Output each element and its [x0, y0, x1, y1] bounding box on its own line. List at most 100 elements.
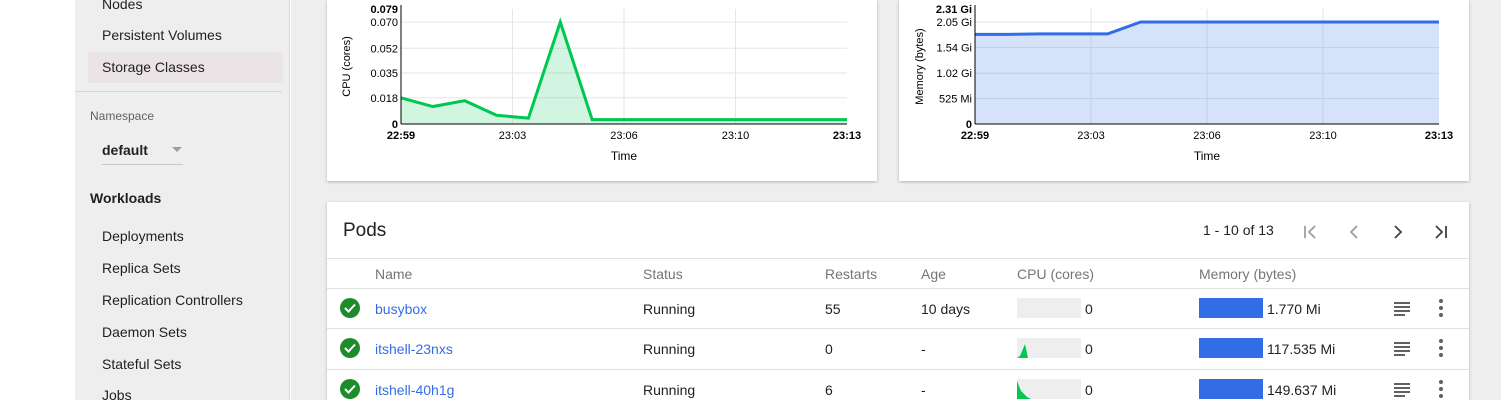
- pod-restarts: 6: [825, 382, 833, 398]
- sidebar-item-daemon-sets[interactable]: Daemon Sets: [102, 324, 187, 340]
- y-axis-label: Memory (bytes): [914, 28, 926, 104]
- pod-status: Running: [643, 341, 696, 357]
- series-area: [975, 21, 1439, 124]
- cpu-sparkline-box: [1017, 298, 1081, 318]
- logs-icon[interactable]: [1393, 341, 1411, 357]
- pod-restarts: 55: [825, 301, 841, 317]
- cpu-usage-chart: 00.0180.0350.0520.0700.07922:59 23:03 23:0…: [341, 4, 861, 163]
- x-tick-label: 23:06: [610, 130, 638, 142]
- sidebar-item-replication-controllers[interactable]: Replication Controllers: [102, 292, 243, 308]
- first-page-icon[interactable]: [1296, 218, 1324, 246]
- sidebar: Nodes Persistent Volumes Storage Classes…: [75, 0, 290, 400]
- y-tick-label: 0.035: [370, 68, 398, 80]
- more-vert-icon[interactable]: [1438, 380, 1444, 400]
- y-axis-label: CPU (cores): [341, 36, 353, 97]
- pod-name-link[interactable]: itshell-40h1g: [375, 382, 454, 398]
- sidebar-divider: [75, 91, 282, 92]
- y-tick-label: 0.052: [370, 43, 398, 55]
- sidebar-item-replica-sets[interactable]: Replica Sets: [102, 260, 181, 276]
- logs-icon[interactable]: [1393, 382, 1411, 398]
- pod-age: -: [921, 341, 926, 357]
- pager-range: 1 - 10 of 13: [1203, 222, 1274, 238]
- column-header-age[interactable]: Age: [921, 266, 946, 282]
- memory-usage-chart: 0525 Mi1.02 Gi1.54 Gi2.05 Gi2.31 Gi22:59…: [914, 4, 1453, 163]
- y-tick-label: 2.31 Gi: [936, 4, 972, 16]
- last-page-icon[interactable]: [1427, 218, 1455, 246]
- pod-memory-value: 1.770 Mi: [1267, 301, 1321, 317]
- more-vert-icon[interactable]: [1438, 299, 1444, 319]
- column-header-status[interactable]: Status: [643, 266, 683, 282]
- check-circle-icon: [340, 298, 360, 318]
- y-tick-label: 0.070: [370, 17, 398, 29]
- x-tick-label: 23:03: [499, 130, 527, 142]
- x-tick-label: 23:10: [1309, 130, 1337, 142]
- x-tick-label: 23:06: [1193, 130, 1221, 142]
- sidebar-item-deployments[interactable]: Deployments: [102, 228, 184, 244]
- sidebar-item-stateful-sets[interactable]: Stateful Sets: [102, 356, 181, 372]
- y-tick-label: 1.54 Gi: [937, 42, 972, 54]
- pods-title: Pods: [343, 220, 387, 241]
- right-edge: [1497, 0, 1501, 400]
- y-tick-label: 525 Mi: [939, 93, 972, 105]
- cpu-sparkline: [1017, 381, 1031, 399]
- pod-age: -: [921, 382, 926, 398]
- table-row[interactable]: busybox Running 55 10 days 0 1.770 Mi: [327, 288, 1469, 329]
- x-axis-label: Time: [611, 149, 638, 163]
- memory-sparkline: [1199, 298, 1263, 318]
- x-tick-label: 22:59: [961, 130, 989, 142]
- y-tick-label: 1.02 Gi: [937, 68, 972, 80]
- y-tick-label: 2.05 Gi: [937, 17, 972, 29]
- check-circle-icon: [340, 338, 360, 358]
- table-row[interactable]: itshell-40h1g Running 6 - 0 149.637 Mi: [327, 370, 1469, 400]
- cpu-usage-card: 0 0.018 0.035 0.052 0.070 0.079 22:59 23:03 23:0…: [327, 0, 877, 181]
- memory-sparkline: [1199, 338, 1263, 358]
- left-blank-area: [0, 0, 75, 400]
- next-page-icon[interactable]: [1384, 218, 1412, 246]
- x-tick-label: 23:13: [1425, 130, 1453, 142]
- table-row[interactable]: itshell-23nxs Running 0 - 0 117.535 Mi: [327, 329, 1469, 370]
- sidebar-item-nodes[interactable]: Nodes: [102, 0, 142, 12]
- column-header-restarts[interactable]: Restarts: [825, 266, 877, 282]
- logs-icon[interactable]: [1393, 301, 1411, 317]
- namespace-select[interactable]: default: [102, 139, 183, 165]
- y-tick-label: 0.018: [370, 93, 398, 105]
- previous-page-icon[interactable]: [1340, 218, 1368, 246]
- pod-name-link[interactable]: busybox: [375, 301, 427, 317]
- x-tick-label: 22:59: [387, 130, 415, 142]
- pod-age: 10 days: [921, 301, 971, 317]
- pod-memory-value: 117.535 Mi: [1267, 341, 1336, 357]
- workloads-heading[interactable]: Workloads: [90, 190, 161, 206]
- pod-name-link[interactable]: itshell-23nxs: [375, 341, 453, 357]
- pods-card: Pods 1 - 10 of 13 Name Status Restarts A…: [327, 202, 1469, 400]
- memory-sparkline: [1199, 379, 1263, 399]
- sidebar-item-jobs[interactable]: Jobs: [102, 387, 132, 400]
- x-tick-label: 23:13: [833, 130, 861, 142]
- column-header-cpu[interactable]: CPU (cores): [1017, 266, 1094, 282]
- x-axis-label: Time: [1194, 149, 1221, 163]
- x-tick-label: 23:03: [1077, 130, 1105, 142]
- pod-status: Running: [643, 301, 696, 317]
- cpu-sparkline: [1017, 298, 1081, 318]
- chevron-down-icon: [172, 147, 182, 152]
- column-header-name[interactable]: Name: [375, 266, 412, 282]
- namespace-value: default: [102, 142, 148, 158]
- check-circle-icon: [340, 379, 360, 399]
- sidebar-item-storage-classes[interactable]: Storage Classes: [102, 59, 205, 75]
- cpu-sparkline-box: [1017, 338, 1081, 358]
- pod-restarts: 0: [825, 341, 833, 357]
- x-tick-label: 23:10: [722, 130, 750, 142]
- more-vert-icon[interactable]: [1438, 339, 1444, 359]
- y-tick-label: 0.079: [370, 4, 398, 16]
- cpu-sparkline-box: [1017, 379, 1081, 399]
- pod-status: Running: [643, 382, 696, 398]
- pod-memory-value: 149.637 Mi: [1267, 382, 1337, 398]
- sidebar-item-persistent-volumes[interactable]: Persistent Volumes: [102, 27, 222, 43]
- pod-cpu-value: 0: [1085, 382, 1093, 398]
- column-header-memory[interactable]: Memory (bytes): [1199, 266, 1296, 282]
- pod-cpu-value: 0: [1085, 301, 1093, 317]
- cpu-sparkline: [1017, 344, 1028, 358]
- namespace-label: Namespace: [90, 109, 155, 123]
- pod-cpu-value: 0: [1085, 341, 1093, 357]
- pods-header-divider: [327, 258, 1469, 259]
- memory-usage-card: 0 525 Mi 1.02 Gi 1.54 Gi 2.05 Gi 2.31 Gi 22:59…: [899, 0, 1469, 181]
